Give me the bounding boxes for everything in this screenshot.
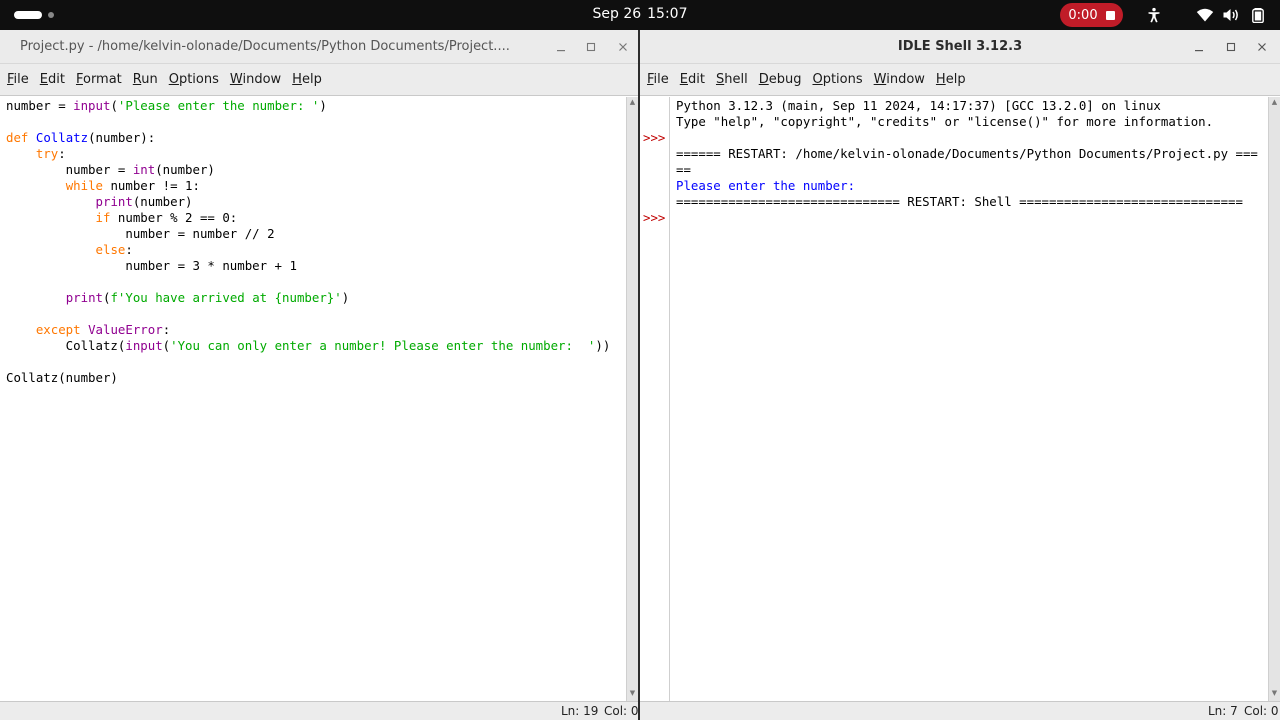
scroll-up-arrow-icon[interactable]: ▲ — [1270, 98, 1279, 107]
close-button[interactable] — [614, 38, 632, 56]
menu-edit[interactable]: Edit — [675, 72, 710, 87]
menu-file[interactable]: File — [2, 72, 34, 87]
close-icon — [619, 43, 627, 51]
minimize-icon — [557, 50, 565, 52]
line-number-status: Ln: 7 — [1208, 704, 1238, 718]
code-line: while number != 1: — [65, 178, 200, 193]
shell-line: Please enter the number: — [676, 178, 863, 193]
shell-menubar: File Edit Shell Debug Options Window Hel… — [640, 64, 1280, 96]
maximize-icon — [1226, 42, 1236, 52]
menu-window[interactable]: Window — [225, 72, 286, 87]
menu-edit[interactable]: Edit — [35, 72, 70, 87]
maximize-button[interactable] — [582, 38, 600, 56]
code-line: number = input('Please enter the number:… — [6, 98, 327, 113]
code-line: print(number) — [95, 194, 193, 209]
recording-time: 0:00 — [1068, 7, 1098, 23]
code-editor[interactable]: number = input('Please enter the number:… — [0, 97, 626, 701]
menu-window[interactable]: Window — [869, 72, 930, 87]
menu-file[interactable]: File — [642, 72, 674, 87]
shell-window-title: IDLE Shell 3.12.3 — [897, 39, 1023, 54]
scroll-down-arrow-icon[interactable]: ▼ — [628, 689, 637, 698]
shell-prompt-gutter: >>> >>> — [640, 97, 670, 701]
column-number-status: Col: 0 — [604, 704, 639, 718]
maximize-icon — [586, 42, 596, 52]
close-button[interactable] — [1253, 38, 1271, 56]
minimize-button[interactable] — [1190, 38, 1208, 56]
close-icon — [1258, 43, 1266, 51]
code-line: number = int(number) — [6, 162, 215, 177]
shell-line: ============================== RESTART: … — [676, 194, 1243, 209]
volume-icon[interactable] — [1222, 7, 1240, 23]
shell-output[interactable]: Python 3.12.3 (main, Sep 11 2024, 14:17:… — [671, 97, 1268, 701]
screen-recording-indicator[interactable]: 0:00 — [1060, 3, 1123, 27]
code-line: else: — [95, 242, 133, 257]
shell-line: ====== RESTART: /home/kelvin-olonade/Doc… — [676, 146, 1258, 161]
minimize-button[interactable] — [552, 38, 570, 56]
scroll-up-arrow-icon[interactable]: ▲ — [628, 98, 637, 107]
wifi-icon[interactable] — [1196, 7, 1214, 23]
shell-prompt: >>> — [643, 210, 666, 225]
menu-help[interactable]: Help — [287, 72, 327, 87]
stop-icon — [1105, 10, 1115, 20]
code-line: if number % 2 == 0: — [95, 210, 238, 225]
menu-run[interactable]: Run — [128, 72, 163, 87]
code-line: except ValueError: — [35, 322, 171, 337]
shell-prompt: >>> — [643, 130, 666, 145]
code-line: print(f'You have arrived at {number}') — [65, 290, 350, 305]
code-line: try: — [35, 146, 66, 161]
line-number-status: Ln: 19 — [561, 704, 599, 718]
editor-scrollbar[interactable]: ▲ ▼ — [626, 97, 638, 701]
scroll-down-arrow-icon[interactable]: ▼ — [1270, 689, 1279, 698]
menu-options[interactable]: Options — [164, 72, 224, 87]
editor-titlebar[interactable]: Project.py - /home/kelvin-olonade/Docume… — [0, 30, 638, 64]
editor-window: Project.py - /home/kelvin-olonade/Docume… — [0, 30, 639, 720]
shell-line: Python 3.12.3 (main, Sep 11 2024, 14:17:… — [676, 98, 1161, 113]
menu-options[interactable]: Options — [807, 72, 867, 87]
menu-help[interactable]: Help — [931, 72, 971, 87]
minimize-icon — [1195, 50, 1203, 52]
battery-icon[interactable] — [1250, 7, 1266, 23]
column-number-status: Col: 0 — [1244, 704, 1279, 718]
shell-line: Type "help", "copyright", "credits" or "… — [676, 114, 1214, 129]
clock-date: Sep 26 — [592, 6, 642, 22]
code-line: number = 3 * number + 1 — [6, 258, 297, 273]
accessibility-icon[interactable] — [1146, 7, 1162, 23]
shell-statusbar: Ln: 7 Col: 0 — [640, 701, 1280, 720]
shell-titlebar[interactable]: IDLE Shell 3.12.3 — [640, 30, 1280, 64]
top-bar: Sep 26 15:07 0:00 — [0, 0, 1280, 30]
editor-window-title: Project.py - /home/kelvin-olonade/Docume… — [20, 39, 510, 54]
menu-shell[interactable]: Shell — [711, 72, 753, 87]
editor-menubar: File Edit Format Run Options Window Help — [0, 64, 638, 96]
editor-statusbar: Ln: 19 Col: 0 — [0, 701, 639, 720]
clock-time: 15:07 — [647, 6, 688, 22]
shell-line: == — [676, 162, 691, 177]
code-line: Collatz(input('You can only enter a numb… — [6, 338, 611, 353]
shell-scrollbar[interactable]: ▲ ▼ — [1268, 97, 1280, 701]
code-line: Collatz(number) — [6, 370, 118, 385]
menu-format[interactable]: Format — [71, 72, 127, 87]
code-line: def Collatz(number): — [6, 130, 156, 145]
code-line: number = number // 2 — [6, 226, 275, 241]
menu-debug[interactable]: Debug — [754, 72, 807, 87]
maximize-button[interactable] — [1222, 38, 1240, 56]
shell-window: IDLE Shell 3.12.3 File Edit Shell Debug … — [640, 30, 1280, 720]
